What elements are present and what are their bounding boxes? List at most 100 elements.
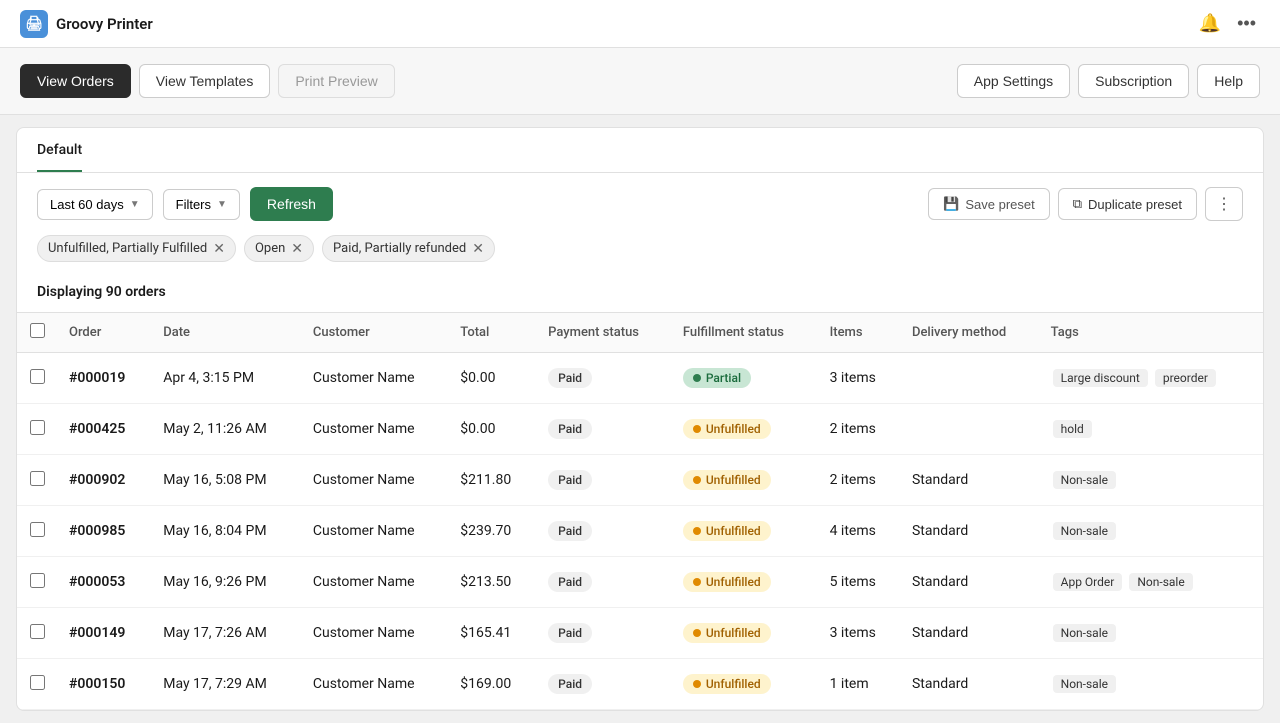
row-tags: Non-sale: [1039, 659, 1263, 710]
subscription-button[interactable]: Subscription: [1078, 64, 1189, 98]
tag-pill: Non-sale: [1053, 624, 1116, 642]
row-items: 5 items: [818, 557, 900, 608]
row-customer: Customer Name: [301, 659, 448, 710]
header-order: Order: [57, 313, 151, 353]
fulfillment-dot-icon: [693, 578, 701, 586]
save-preset-button[interactable]: 💾 Save preset: [928, 188, 1050, 220]
row-tags: hold: [1039, 404, 1263, 455]
more-options-icon-button[interactable]: •••: [1233, 9, 1260, 38]
filter-tag-paid: Paid, Partially refunded ✕: [322, 235, 495, 262]
row-items: 2 items: [818, 455, 900, 506]
fulfillment-status-badge: Unfulfilled: [683, 674, 771, 694]
row-order-id[interactable]: #000053: [57, 557, 151, 608]
payment-status-badge: Paid: [548, 419, 592, 439]
row-tags: Non-sale: [1039, 608, 1263, 659]
row-payment-status: Paid: [536, 404, 671, 455]
row-checkbox-cell: [17, 608, 57, 659]
view-orders-button[interactable]: View Orders: [20, 64, 131, 98]
duplicate-icon: ⧉: [1073, 196, 1082, 212]
row-delivery-method: Standard: [900, 455, 1039, 506]
row-checkbox-000902[interactable]: [30, 471, 45, 486]
row-checkbox-000149[interactable]: [30, 624, 45, 639]
table-row: #000150May 17, 7:29 AMCustomer Name$169.…: [17, 659, 1263, 710]
payment-status-badge: Paid: [548, 368, 592, 388]
row-checkbox-000053[interactable]: [30, 573, 45, 588]
select-all-checkbox[interactable]: [30, 323, 45, 338]
row-total: $0.00: [448, 353, 536, 404]
row-fulfillment-status: Unfulfilled: [671, 659, 818, 710]
toolbar-right: 💾 Save preset ⧉ Duplicate preset ⋮: [928, 187, 1243, 221]
filter-tag-open-close[interactable]: ✕: [291, 242, 303, 256]
row-order-id[interactable]: #000425: [57, 404, 151, 455]
duplicate-preset-label: Duplicate preset: [1088, 197, 1182, 212]
filter-tag-paid-close[interactable]: ✕: [472, 242, 484, 256]
row-checkbox-000425[interactable]: [30, 420, 45, 435]
row-checkbox-000985[interactable]: [30, 522, 45, 537]
app-settings-button[interactable]: App Settings: [957, 64, 1070, 98]
row-date: May 17, 7:29 AM: [151, 659, 301, 710]
app-logo: 🖨 Groovy Printer: [20, 10, 153, 38]
tag-pill: Non-sale: [1129, 573, 1192, 591]
toolbar: Last 60 days ▼ Filters ▼ Refresh 💾 Save …: [17, 173, 1263, 235]
help-button[interactable]: Help: [1197, 64, 1260, 98]
tab-default[interactable]: Default: [37, 128, 82, 172]
row-checkbox-000150[interactable]: [30, 675, 45, 690]
payment-status-badge: Paid: [548, 572, 592, 592]
row-order-id[interactable]: #000150: [57, 659, 151, 710]
view-templates-button[interactable]: View Templates: [139, 64, 271, 98]
refresh-button[interactable]: Refresh: [250, 187, 333, 221]
top-bar-right: 🔔 •••: [1195, 9, 1260, 38]
row-fulfillment-status: Unfulfilled: [671, 455, 818, 506]
row-order-id[interactable]: #000149: [57, 608, 151, 659]
tag-pill: hold: [1053, 420, 1092, 438]
row-customer: Customer Name: [301, 455, 448, 506]
fulfillment-status-badge: Unfulfilled: [683, 521, 771, 541]
row-delivery-method: [900, 404, 1039, 455]
filter-tag-unfulfilled-close[interactable]: ✕: [213, 242, 225, 256]
filter-tag-unfulfilled: Unfulfilled, Partially Fulfilled ✕: [37, 235, 236, 262]
tag-pill: App Order: [1053, 573, 1123, 591]
filter-tag-open: Open ✕: [244, 235, 314, 262]
orders-table: Order Date Customer Total Payment status…: [17, 312, 1263, 710]
row-checkbox-cell: [17, 506, 57, 557]
row-total: $239.70: [448, 506, 536, 557]
date-range-dropdown[interactable]: Last 60 days ▼: [37, 189, 153, 220]
date-range-label: Last 60 days: [50, 197, 124, 212]
tag-pill: preorder: [1155, 369, 1216, 387]
top-bar-left: 🖨 Groovy Printer: [20, 10, 153, 38]
row-order-id[interactable]: #000985: [57, 506, 151, 557]
table-row: #000985May 16, 8:04 PMCustomer Name$239.…: [17, 506, 1263, 557]
row-order-id[interactable]: #000019: [57, 353, 151, 404]
nav-right: App Settings Subscription Help: [957, 64, 1260, 98]
row-customer: Customer Name: [301, 506, 448, 557]
app-logo-icon: 🖨: [20, 10, 48, 38]
payment-status-badge: Paid: [548, 674, 592, 694]
row-items: 2 items: [818, 404, 900, 455]
fulfillment-status-badge: Unfulfilled: [683, 419, 771, 439]
row-payment-status: Paid: [536, 353, 671, 404]
more-options-button[interactable]: ⋮: [1205, 187, 1243, 221]
row-delivery-method: Standard: [900, 506, 1039, 557]
fulfillment-dot-icon: [693, 527, 701, 535]
row-delivery-method: [900, 353, 1039, 404]
bell-icon-button[interactable]: 🔔: [1195, 9, 1225, 38]
row-checkbox-000019[interactable]: [30, 369, 45, 384]
row-tags: Non-sale: [1039, 455, 1263, 506]
toolbar-left: Last 60 days ▼ Filters ▼ Refresh: [37, 187, 333, 221]
row-date: May 16, 9:26 PM: [151, 557, 301, 608]
duplicate-preset-button[interactable]: ⧉ Duplicate preset: [1058, 188, 1197, 220]
fulfillment-dot-icon: [693, 476, 701, 484]
app-name: Groovy Printer: [56, 15, 153, 33]
row-total: $0.00: [448, 404, 536, 455]
row-fulfillment-status: Unfulfilled: [671, 506, 818, 557]
tag-pill: Large discount: [1053, 369, 1148, 387]
tag-pill: Non-sale: [1053, 675, 1116, 693]
row-checkbox-cell: [17, 404, 57, 455]
filters-dropdown[interactable]: Filters ▼: [163, 189, 240, 220]
row-order-id[interactable]: #000902: [57, 455, 151, 506]
header-tags: Tags: [1039, 313, 1263, 353]
table-row: #000149May 17, 7:26 AMCustomer Name$165.…: [17, 608, 1263, 659]
fulfillment-status-badge: Unfulfilled: [683, 623, 771, 643]
fulfillment-status-badge: Unfulfilled: [683, 572, 771, 592]
fulfillment-status-badge: Partial: [683, 368, 751, 388]
